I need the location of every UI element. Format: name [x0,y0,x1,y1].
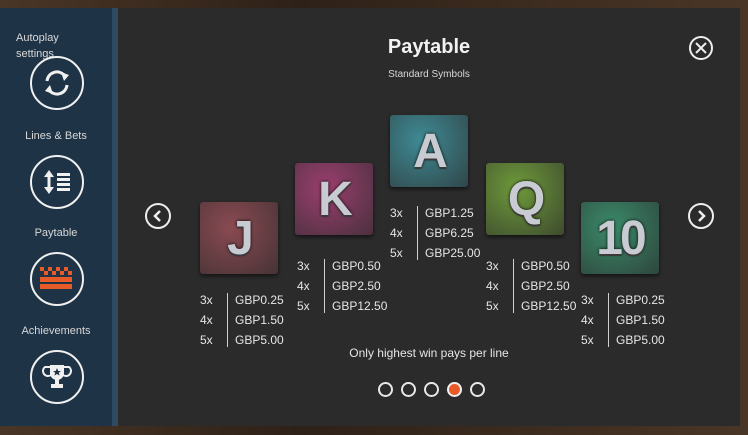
pagination-dot-1[interactable] [378,382,393,397]
pay-count: 3x [581,293,594,307]
refresh-icon [45,70,69,96]
next-page-button[interactable] [688,203,714,229]
pagination-dot-2[interactable] [401,382,416,397]
sidebar-item-autoplay[interactable] [30,56,84,110]
pay-row: 5x GBP12.50 [486,296,576,316]
symbol-10: 10 [581,202,659,274]
pay-value: GBP25.00 [425,246,481,260]
sidebar-item-paytable[interactable] [30,252,84,306]
paytable-j: 3x GBP0.25 4x GBP1.50 5x GBP5.00 [200,290,284,350]
pay-row: 4x GBP1.50 [200,310,284,330]
symbol-glyph: Q [507,172,545,226]
trophy-icon [42,365,72,388]
pagination-dot-3[interactable] [424,382,439,397]
pay-count: 4x [200,313,213,327]
pay-value: GBP0.25 [616,293,665,307]
symbol-glyph: 10 [596,211,646,265]
paytable-k: 3x GBP0.50 4x GBP2.50 5x GBP12.50 [297,256,387,316]
pay-row: 3x GBP0.25 [581,290,665,310]
pay-row: 3x GBP0.50 [486,256,576,276]
pay-count: 3x [297,259,310,273]
paytable-q: 3x GBP0.50 4x GBP2.50 5x GBP12.50 [486,256,576,316]
pagination [378,382,485,397]
pay-value: GBP2.50 [332,279,381,293]
pay-count: 4x [581,313,594,327]
symbol-q: Q [486,163,564,235]
sidebar-item-lines-bets[interactable] [30,155,84,209]
page-title: Paytable [387,36,471,58]
pay-count: 3x [390,206,403,220]
pay-value: GBP0.25 [235,293,284,307]
pay-value: GBP1.25 [425,206,474,220]
sidebar-item-achievements[interactable] [30,350,84,404]
chevron-left-icon [153,210,161,222]
pay-count: 4x [486,279,499,293]
lines-bets-icon [44,170,70,194]
pay-row: 3x GBP0.50 [297,256,387,276]
symbol-glyph: A [413,124,448,178]
pay-row: 3x GBP0.25 [200,290,284,310]
pay-value: GBP12.50 [521,299,577,313]
pay-row: 4x GBP1.50 [581,310,665,330]
paytable-footnote: Only highest win pays per line [349,346,509,360]
pay-row: 4x GBP2.50 [486,276,576,296]
sidebar-item-achievements-label: Achievements [21,325,91,337]
pay-row: 4x GBP2.50 [297,276,387,296]
pay-row: 3x GBP1.25 [390,203,480,223]
pay-value: GBP0.50 [521,259,570,273]
pay-row: 4x GBP6.25 [390,223,480,243]
close-button[interactable] [689,36,713,60]
pagination-dot-5[interactable] [470,382,485,397]
pay-count: 5x [390,246,403,260]
sidebar-item-paytable-label: Paytable [34,227,78,239]
sidebar-item-lines-bets-label: Lines & Bets [25,130,87,142]
pay-row: 5x GBP12.50 [297,296,387,316]
pay-count: 5x [486,299,499,313]
symbol-j: J [200,202,278,274]
symbol-a: A [390,115,468,187]
paytable-a: 3x GBP1.25 4x GBP6.25 5x GBP25.00 [390,203,480,263]
pay-count: 3x [486,259,499,273]
page-subtitle: Standard Symbols [388,69,470,80]
symbol-glyph: J [227,211,254,265]
pay-count: 5x [297,299,310,313]
pay-count: 4x [390,226,403,240]
pay-value: GBP1.50 [235,313,284,327]
pay-count: 4x [297,279,310,293]
pagination-dot-4[interactable] [447,382,462,397]
symbol-k: K [295,163,373,235]
chevron-right-icon [698,210,706,222]
pay-value: GBP6.25 [425,226,474,240]
pay-value: GBP2.50 [521,279,570,293]
symbol-glyph: K [318,172,353,226]
paytable-10: 3x GBP0.25 4x GBP1.50 5x GBP5.00 [581,290,665,350]
pay-value: GBP0.50 [332,259,381,273]
pay-value: GBP1.50 [616,313,665,327]
pay-row: 5x GBP25.00 [390,243,480,263]
previous-page-button[interactable] [145,203,171,229]
paytable-icon [40,267,72,289]
close-icon [695,42,707,54]
pay-count: 3x [200,293,213,307]
pay-value: GBP12.50 [332,299,388,313]
